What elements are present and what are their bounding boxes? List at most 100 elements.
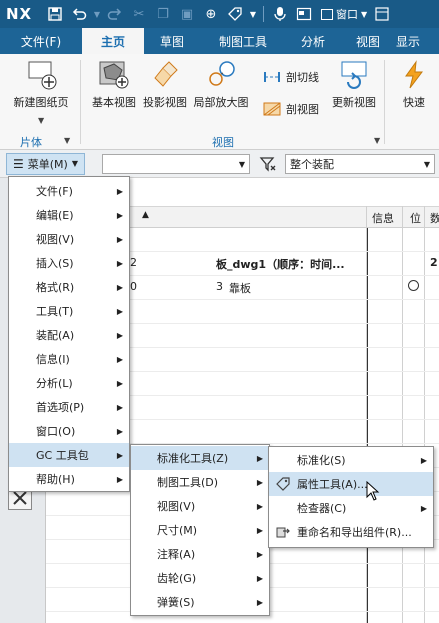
- menu-item-format[interactable]: 格式(R) ▶: [9, 275, 129, 299]
- menu-item-spring[interactable]: 弹簧(S) ▶: [131, 590, 269, 614]
- menu-item-label: 齿轮(G): [157, 572, 197, 585]
- section-view-button[interactable]: 剖视图: [262, 100, 319, 118]
- tab-display[interactable]: 显示: [396, 28, 439, 54]
- menu-item-assembly[interactable]: 装配(A) ▶: [9, 323, 129, 347]
- new-sheet-label: 新建图纸页: [13, 96, 69, 109]
- tab-analysis[interactable]: 分析: [286, 28, 340, 54]
- menu-item-help[interactable]: 帮助(H) ▶: [9, 467, 129, 491]
- submenu-arrow-icon: ▶: [116, 258, 123, 268]
- chevron-down-icon[interactable]: ▼: [64, 136, 70, 145]
- menu-button-label: 菜单(M): [27, 157, 68, 171]
- tab-sketch[interactable]: 草图: [144, 28, 200, 54]
- menu-item-gc-toolkit[interactable]: GC 工具包 ▶: [9, 443, 129, 467]
- column-position[interactable]: 位: [410, 210, 421, 226]
- copy-icon[interactable]: ❐: [152, 3, 174, 25]
- window-menu-label: 窗口: [336, 8, 358, 21]
- menu-item-attribute-tools[interactable]: 属性工具(A)...: [269, 472, 433, 496]
- assembly-scope-select[interactable]: 整个装配 ▼: [285, 154, 435, 174]
- submenu-arrow-icon: ▶: [256, 549, 263, 559]
- column-count[interactable]: 数: [430, 210, 439, 226]
- microphone-icon[interactable]: [269, 3, 291, 25]
- window-icon: [321, 8, 333, 20]
- section-line-button[interactable]: 剖切线: [262, 68, 319, 86]
- redo-icon[interactable]: [104, 3, 126, 25]
- main-menu: 文件(F) ▶ 编辑(E) ▶ 视图(V) ▶ 插入(S) ▶ 格式(R) ▶ 工具(T)…: [8, 176, 130, 492]
- menu-item-tools[interactable]: 工具(T) ▶: [9, 299, 129, 323]
- menu-item-edit[interactable]: 编辑(E) ▶: [9, 203, 129, 227]
- section-line-icon: [264, 72, 280, 82]
- dropdown-icon[interactable]: ▼: [92, 3, 102, 25]
- projected-view-button[interactable]: 投影视图: [142, 60, 188, 110]
- row-index: 3: [216, 280, 223, 293]
- column-info[interactable]: 信息: [372, 210, 394, 226]
- separator: [263, 6, 264, 22]
- menu-item-label: 制图工具(D): [157, 476, 219, 489]
- save-icon[interactable]: [44, 3, 66, 25]
- menu-item-annotation[interactable]: 注释(A) ▶: [131, 542, 269, 566]
- menu-item-standardization-tools[interactable]: 标准化工具(Z) ▶: [131, 446, 269, 470]
- group-separator: [80, 60, 81, 144]
- menu-item-label: 插入(S): [36, 257, 74, 270]
- chevron-down-icon[interactable]: ▼: [38, 116, 44, 125]
- tab-file[interactable]: 文件(F): [0, 28, 82, 54]
- menu-item-view[interactable]: 视图(V) ▶: [9, 227, 129, 251]
- menu-item-gear[interactable]: 齿轮(G) ▶: [131, 566, 269, 590]
- filter-icon[interactable]: [258, 154, 278, 174]
- projected-view-icon: [154, 61, 178, 87]
- paste-icon[interactable]: ▣: [176, 3, 198, 25]
- submenu-arrow-icon: ▶: [256, 597, 263, 607]
- undo-icon[interactable]: [68, 3, 90, 25]
- grid-icon[interactable]: [371, 3, 393, 25]
- window-menu[interactable]: 窗口 ▼: [321, 6, 367, 22]
- submenu-arrow-icon: ▶: [116, 354, 123, 364]
- menu-item-insert[interactable]: 插入(S) ▶: [9, 251, 129, 275]
- chevron-down-icon[interactable]: ▼: [374, 136, 380, 145]
- menu-item-preferences[interactable]: 首选项(P) ▶: [9, 395, 129, 419]
- chevron-down-icon: ▼: [71, 159, 78, 168]
- new-sheet-icon: [28, 61, 57, 90]
- menu-button[interactable]: ☰ 菜单(M) ▼: [6, 152, 85, 175]
- menu-item-drafting-tools[interactable]: 制图工具(D) ▶: [131, 470, 269, 494]
- menu-item-window[interactable]: 窗口(O) ▶: [9, 419, 129, 443]
- mouse-cursor-icon: [366, 481, 380, 501]
- chevron-down-icon: ▼: [423, 159, 430, 169]
- part-name: 靠板: [229, 282, 251, 295]
- tag-icon[interactable]: [224, 3, 246, 25]
- menu-item-standardize[interactable]: 标准化(S) ▶: [269, 448, 433, 472]
- submenu-arrow-icon: ▶: [116, 234, 123, 244]
- tab-view[interactable]: 视图: [340, 28, 396, 54]
- snap-icon[interactable]: ⊕: [200, 3, 222, 25]
- menu-item-label: 弹簧(S): [157, 596, 195, 609]
- new-sheet-button[interactable]: 新建图纸页: [10, 60, 72, 110]
- sort-ascending-icon[interactable]: ▲: [142, 210, 149, 220]
- menu-item-label: 标准化工具(Z): [157, 452, 229, 465]
- menu-item-rename-export[interactable]: 重命名和导出组件(R)...: [269, 520, 433, 544]
- tab-home[interactable]: 主页: [82, 28, 144, 54]
- menu-item-analysis[interactable]: 分析(L) ▶: [9, 371, 129, 395]
- cut-icon[interactable]: ✂: [128, 3, 150, 25]
- submenu-arrow-icon: ▶: [256, 453, 263, 463]
- submenu-arrow-icon: ▶: [116, 426, 123, 436]
- tab-drafting-tools[interactable]: 制图工具: [200, 28, 286, 54]
- menu-item-dimension[interactable]: 尺寸(M) ▶: [131, 518, 269, 542]
- menu-item-view[interactable]: 视图(V) ▶: [131, 494, 269, 518]
- update-view-label: 更新视图: [332, 96, 376, 109]
- menu-item-inspector[interactable]: 检查器(C) ▶: [269, 496, 433, 520]
- chevron-down-icon: ▼: [361, 9, 368, 19]
- type-filter-select[interactable]: ▼: [102, 154, 250, 174]
- menu-item-file[interactable]: 文件(F) ▶: [9, 179, 129, 203]
- base-view-button[interactable]: 基本视图: [88, 60, 140, 110]
- row-number: 2: [130, 256, 137, 269]
- dropdown-icon-2[interactable]: ▼: [248, 3, 258, 25]
- menu-item-info[interactable]: 信息(I) ▶: [9, 347, 129, 371]
- quick-button[interactable]: 快速: [396, 60, 432, 110]
- lightning-icon: [405, 60, 423, 89]
- layout-icon[interactable]: [293, 3, 315, 25]
- menu-item-label: 注释(A): [157, 548, 196, 561]
- detail-view-button[interactable]: 局部放大图: [192, 60, 250, 110]
- menu-item-label: 帮助(H): [36, 473, 75, 486]
- update-view-button[interactable]: 更新视图: [330, 60, 378, 110]
- submenu-arrow-icon: ▶: [116, 378, 123, 388]
- section-view-icon: [263, 102, 281, 116]
- submenu-arrow-icon: ▶: [116, 186, 123, 196]
